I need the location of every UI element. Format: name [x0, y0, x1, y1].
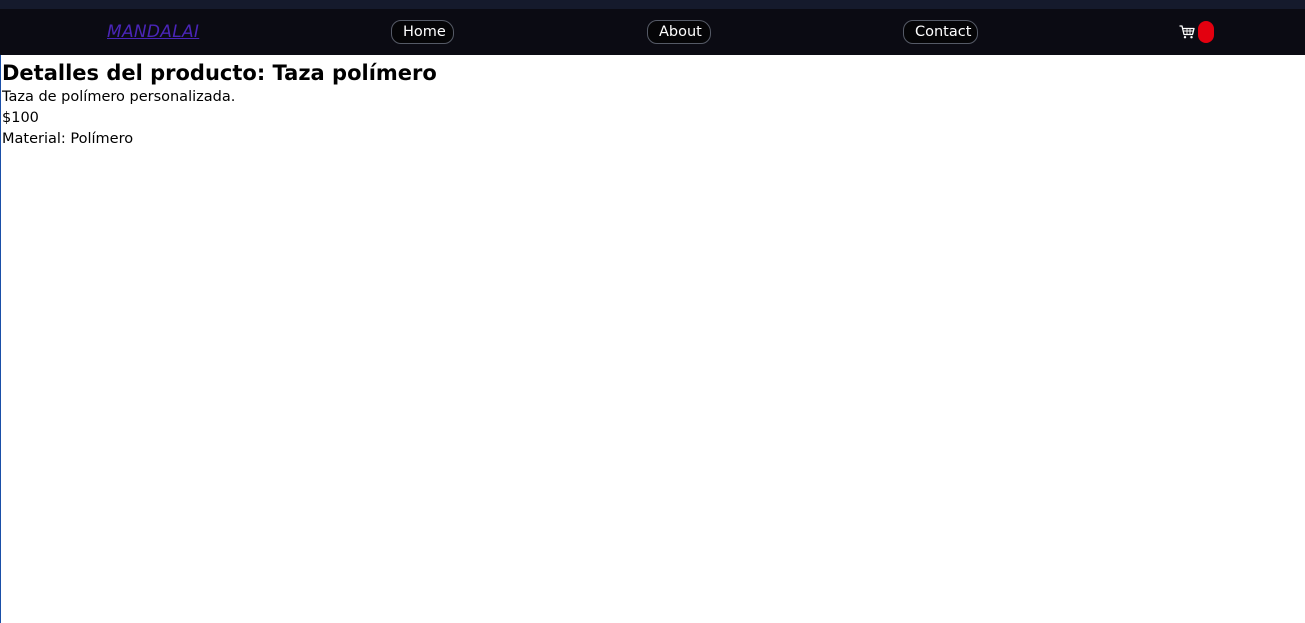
product-description: Taza de polímero personalizada.	[2, 89, 236, 105]
cart-icon	[1179, 25, 1195, 39]
window-left-border	[0, 55, 1, 623]
page-title: Detalles del producto: Taza polímero	[2, 61, 437, 85]
nav-home-button[interactable]: Home	[391, 20, 454, 44]
navbar: MANDALAI Home About Contact	[0, 9, 1305, 55]
product-details: Detalles del producto: Taza polímero Taz…	[2, 59, 437, 150]
product-price: $100	[2, 110, 39, 126]
nav-about-button[interactable]: About	[647, 20, 711, 44]
product-material: Material: Polímero	[2, 131, 134, 147]
brand-logo-link[interactable]: MANDALAI	[107, 22, 199, 42]
cart-count-badge	[1198, 21, 1214, 43]
nav-contact-button[interactable]: Contact	[903, 20, 978, 44]
window-top-strip	[0, 0, 1305, 9]
